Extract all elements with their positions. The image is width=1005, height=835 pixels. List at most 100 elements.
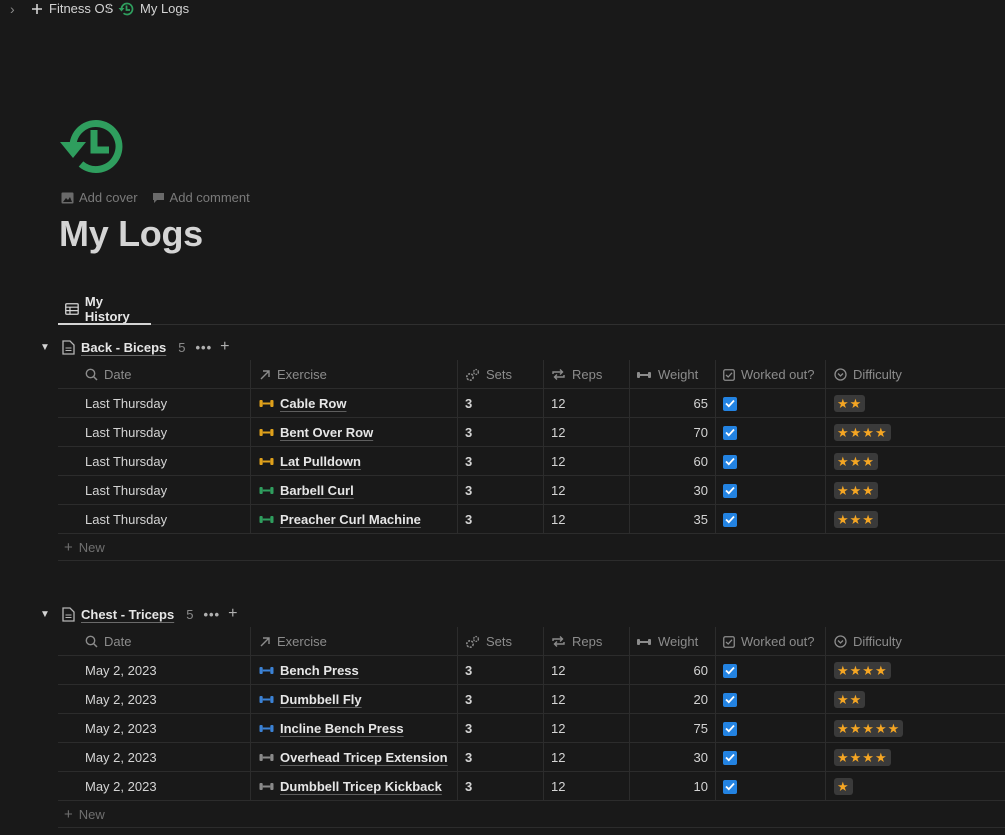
exercise-cell[interactable]: Bench Press: [250, 656, 457, 685]
exercise-cell[interactable]: Dumbbell Fly: [250, 685, 457, 714]
worked-out-cell[interactable]: [715, 656, 825, 685]
exercise-link[interactable]: Incline Bench Press: [280, 721, 404, 736]
date-cell[interactable]: Last Thursday: [58, 418, 250, 447]
difficulty-cell[interactable]: ★★★: [825, 476, 1005, 505]
worked-out-checkbox[interactable]: [723, 396, 737, 411]
collapse-triangle-icon[interactable]: ▼: [40, 342, 62, 353]
worked-out-checkbox[interactable]: [723, 483, 737, 498]
column-header-worked-out[interactable]: Worked out?: [715, 627, 825, 656]
column-header-exercise[interactable]: Exercise: [250, 360, 457, 389]
weight-cell[interactable]: 75: [629, 714, 715, 743]
worked-out-cell[interactable]: [715, 505, 825, 534]
column-header-reps[interactable]: Reps: [543, 627, 629, 656]
date-cell[interactable]: May 2, 2023: [58, 685, 250, 714]
exercise-link[interactable]: Lat Pulldown: [280, 454, 361, 469]
sets-cell[interactable]: 3: [457, 505, 543, 534]
column-header-date[interactable]: Date: [58, 627, 250, 656]
group-name[interactable]: Chest - Triceps: [81, 607, 174, 622]
sidebar-toggle-chevron-icon[interactable]: ›: [10, 1, 15, 17]
worked-out-cell[interactable]: [715, 418, 825, 447]
exercise-link[interactable]: Bench Press: [280, 663, 359, 678]
reps-cell[interactable]: 12: [543, 714, 629, 743]
worked-out-cell[interactable]: [715, 772, 825, 801]
reps-cell[interactable]: 12: [543, 447, 629, 476]
date-cell[interactable]: May 2, 2023: [58, 772, 250, 801]
difficulty-cell[interactable]: ★★★★: [825, 656, 1005, 685]
sets-cell[interactable]: 3: [457, 447, 543, 476]
difficulty-cell[interactable]: ★★★★: [825, 418, 1005, 447]
new-row-button[interactable]: + New: [58, 801, 1005, 828]
worked-out-checkbox[interactable]: [723, 721, 737, 736]
exercise-link[interactable]: Dumbbell Fly: [280, 692, 362, 707]
sets-cell[interactable]: 3: [457, 389, 543, 418]
add-row-button[interactable]: +: [220, 338, 229, 356]
sets-cell[interactable]: 3: [457, 476, 543, 505]
column-header-weight[interactable]: Weight: [629, 360, 715, 389]
add-row-button[interactable]: +: [228, 605, 237, 623]
exercise-cell[interactable]: Bent Over Row: [250, 418, 457, 447]
weight-cell[interactable]: 65: [629, 389, 715, 418]
exercise-link[interactable]: Cable Row: [280, 396, 346, 411]
worked-out-checkbox[interactable]: [723, 425, 737, 440]
sets-cell[interactable]: 3: [457, 418, 543, 447]
table-row[interactable]: May 2, 2023 Incline Bench Press 3 12 75 ★★★★★: [58, 714, 1005, 743]
worked-out-cell[interactable]: [715, 714, 825, 743]
exercise-cell[interactable]: Overhead Tricep Extension: [250, 743, 457, 772]
sets-cell[interactable]: 3: [457, 685, 543, 714]
weight-cell[interactable]: 10: [629, 772, 715, 801]
worked-out-checkbox[interactable]: [723, 663, 737, 678]
reps-cell[interactable]: 12: [543, 505, 629, 534]
weight-cell[interactable]: 60: [629, 447, 715, 476]
sets-cell[interactable]: 3: [457, 772, 543, 801]
column-header-weight[interactable]: Weight: [629, 627, 715, 656]
history-clock-icon[interactable]: [59, 118, 123, 174]
weight-cell[interactable]: 20: [629, 685, 715, 714]
column-header-reps[interactable]: Reps: [543, 360, 629, 389]
date-cell[interactable]: Last Thursday: [58, 505, 250, 534]
table-row[interactable]: Last Thursday Lat Pulldown 3 12 60 ★★★: [58, 447, 1005, 476]
exercise-link[interactable]: Barbell Curl: [280, 483, 354, 498]
exercise-cell[interactable]: Preacher Curl Machine: [250, 505, 457, 534]
reps-cell[interactable]: 12: [543, 418, 629, 447]
date-cell[interactable]: May 2, 2023: [58, 656, 250, 685]
column-header-worked-out[interactable]: Worked out?: [715, 360, 825, 389]
exercise-link[interactable]: Preacher Curl Machine: [280, 512, 421, 527]
exercise-cell[interactable]: Cable Row: [250, 389, 457, 418]
weight-cell[interactable]: 60: [629, 656, 715, 685]
sets-cell[interactable]: 3: [457, 656, 543, 685]
weight-cell[interactable]: 30: [629, 743, 715, 772]
worked-out-checkbox[interactable]: [723, 779, 737, 794]
column-header-date[interactable]: Date: [58, 360, 250, 389]
breadcrumb-page[interactable]: My Logs: [118, 1, 189, 16]
add-comment-button[interactable]: Add comment: [152, 190, 250, 205]
difficulty-cell[interactable]: ★★: [825, 389, 1005, 418]
breadcrumb-workspace[interactable]: Fitness OS: [31, 1, 113, 16]
column-header-difficulty[interactable]: Difficulty: [825, 627, 1005, 656]
reps-cell[interactable]: 12: [543, 389, 629, 418]
reps-cell[interactable]: 12: [543, 772, 629, 801]
date-cell[interactable]: May 2, 2023: [58, 743, 250, 772]
difficulty-cell[interactable]: ★★: [825, 685, 1005, 714]
difficulty-cell[interactable]: ★★★: [825, 505, 1005, 534]
sets-cell[interactable]: 3: [457, 743, 543, 772]
add-cover-button[interactable]: Add cover: [61, 190, 138, 205]
exercise-link[interactable]: Overhead Tricep Extension: [280, 750, 448, 765]
page-title[interactable]: My Logs: [59, 213, 203, 255]
weight-cell[interactable]: 70: [629, 418, 715, 447]
worked-out-checkbox[interactable]: [723, 692, 737, 707]
more-options-button[interactable]: •••: [196, 340, 213, 355]
group-name[interactable]: Back - Biceps: [81, 340, 166, 355]
exercise-cell[interactable]: Incline Bench Press: [250, 714, 457, 743]
reps-cell[interactable]: 12: [543, 656, 629, 685]
worked-out-checkbox[interactable]: [723, 750, 737, 765]
more-options-button[interactable]: •••: [203, 607, 220, 622]
difficulty-cell[interactable]: ★★★: [825, 447, 1005, 476]
worked-out-checkbox[interactable]: [723, 454, 737, 469]
tab-my-history[interactable]: My History: [58, 294, 151, 325]
column-header-difficulty[interactable]: Difficulty: [825, 360, 1005, 389]
new-row-button[interactable]: + New: [58, 534, 1005, 561]
reps-cell[interactable]: 12: [543, 743, 629, 772]
table-row[interactable]: Last Thursday Preacher Curl Machine 3 12 35 ★…: [58, 505, 1005, 534]
exercise-cell[interactable]: Barbell Curl: [250, 476, 457, 505]
reps-cell[interactable]: 12: [543, 476, 629, 505]
